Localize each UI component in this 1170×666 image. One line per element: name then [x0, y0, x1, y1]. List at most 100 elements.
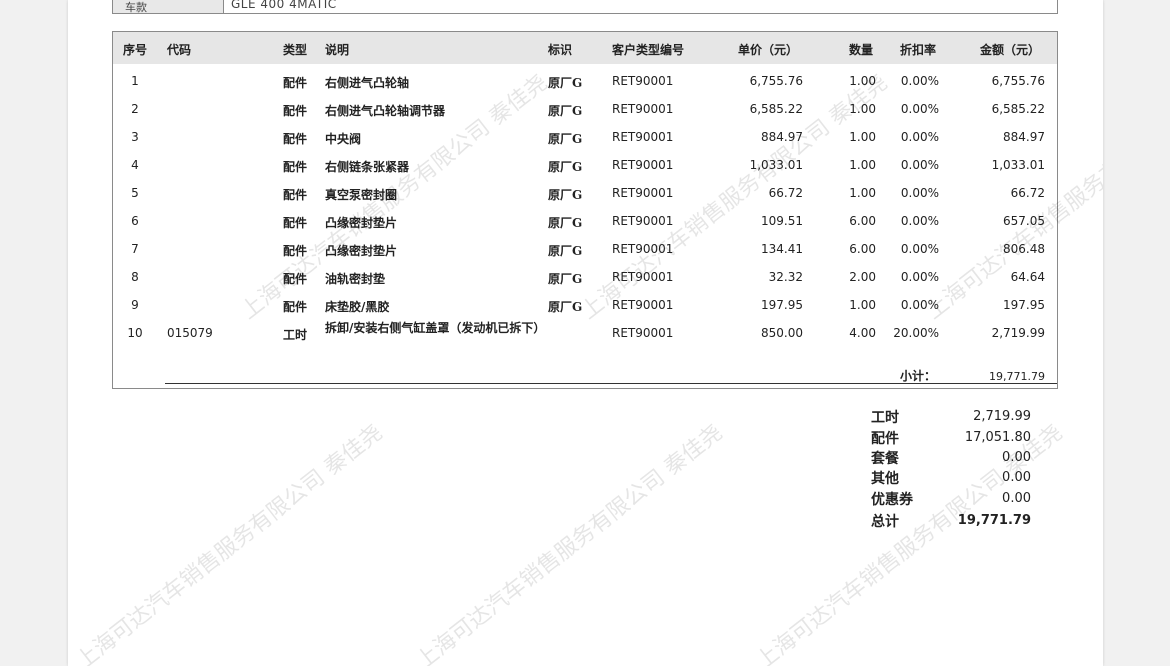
- row-discount: 0.00%: [900, 130, 939, 144]
- table-row: 3 配件 中央阀 原厂G RET90001 884.97 1.00 0.00% 884.97: [113, 122, 1057, 150]
- row-mark: 原厂G: [548, 272, 583, 286]
- row-qty: 1.00: [849, 130, 876, 144]
- row-discount: 0.00%: [900, 214, 939, 228]
- row-qty: 1.00: [849, 298, 876, 312]
- watermark: 上海可达汽车销售服务有限公司 秦佳尧: [411, 420, 728, 666]
- row-code: 015079: [167, 326, 213, 340]
- row-mark: 原厂G: [548, 300, 583, 314]
- table-header: 序号 代码 类型 说明 标识 客户类型编号 单价（元） 数量 折扣率 金额（元）: [113, 32, 1057, 64]
- row-no: 1: [131, 74, 139, 88]
- summary-total-row: 总计 19,771.79: [871, 511, 1031, 531]
- col-header-type: 类型: [283, 43, 308, 57]
- row-qty: 2.00: [849, 270, 876, 284]
- row-qty: 1.00: [849, 186, 876, 200]
- row-customer-type: RET90001: [612, 214, 674, 228]
- row-amount: 197.95: [1003, 298, 1045, 312]
- vehicle-model-label: 车款: [125, 1, 147, 14]
- row-customer-type: RET90001: [612, 130, 674, 144]
- row-no: 7: [131, 242, 139, 256]
- table-row: 10 015079 工时 拆卸/安装右侧气缸盖罩（发动机已拆下） RET90001 850…: [113, 318, 1057, 346]
- row-description: 右侧链条张紧器: [325, 160, 410, 174]
- row-discount: 0.00%: [900, 186, 939, 200]
- row-discount: 0.00%: [900, 270, 939, 284]
- row-type: 配件: [283, 188, 308, 202]
- summary-package-value: 0.00: [1002, 450, 1031, 465]
- row-customer-type: RET90001: [612, 242, 674, 256]
- row-mark: 原厂G: [548, 188, 583, 202]
- summary-package-label: 套餐: [871, 451, 899, 467]
- vehicle-model-label-cell: 车款: [113, 0, 224, 14]
- row-mark: 原厂G: [548, 76, 583, 90]
- row-qty: 1.00: [849, 158, 876, 172]
- row-amount: 1,033.01: [991, 158, 1045, 172]
- row-customer-type: RET90001: [612, 158, 674, 172]
- row-mark: 原厂G: [548, 132, 583, 146]
- row-no: 4: [131, 158, 139, 172]
- row-mark: 原厂G: [548, 104, 583, 118]
- row-unit-price: 6,755.76: [749, 74, 803, 88]
- row-unit-price: 66.72: [768, 186, 803, 200]
- row-qty: 6.00: [849, 214, 876, 228]
- row-description: 床垫胶/黑胶: [325, 300, 390, 314]
- summary-other-row: 其他 0.00: [871, 468, 1031, 488]
- row-no: 8: [131, 270, 139, 284]
- row-discount: 20.00%: [893, 326, 939, 340]
- summary-other-label: 其他: [871, 471, 899, 487]
- col-header-unit-price: 单价（元）: [738, 43, 799, 57]
- row-discount: 0.00%: [900, 158, 939, 172]
- row-unit-price: 134.41: [761, 242, 803, 256]
- summary-labor-value: 2,719.99: [973, 409, 1031, 424]
- row-unit-price: 850.00: [761, 326, 803, 340]
- col-header-discount: 折扣率: [900, 43, 937, 57]
- row-customer-type: RET90001: [612, 298, 674, 312]
- document-page: 车款 GLE 400 4MATIC 序号 代码 类型 说明 标识 客户类型编号 …: [68, 0, 1103, 666]
- row-unit-price: 109.51: [761, 214, 803, 228]
- row-amount: 66.72: [1010, 186, 1045, 200]
- row-type: 配件: [283, 104, 308, 118]
- row-discount: 0.00%: [900, 74, 939, 88]
- row-qty: 1.00: [849, 74, 876, 88]
- row-type: 配件: [283, 272, 308, 286]
- row-no: 6: [131, 214, 139, 228]
- row-amount: 64.64: [1010, 270, 1045, 284]
- items-table: 序号 代码 类型 说明 标识 客户类型编号 单价（元） 数量 折扣率 金额（元）…: [112, 31, 1058, 389]
- table-row: 9 配件 床垫胶/黑胶 原厂G RET90001 197.95 1.00 0.00% 197.9…: [113, 290, 1057, 318]
- table-row: 7 配件 凸缘密封垫片 原厂G RET90001 134.41 6.00 0.00% 806.4…: [113, 234, 1057, 262]
- summary-parts-label: 配件: [871, 431, 899, 447]
- row-type: 配件: [283, 76, 308, 90]
- row-customer-type: RET90001: [612, 74, 674, 88]
- row-discount: 0.00%: [900, 102, 939, 116]
- row-mark: 原厂G: [548, 216, 583, 230]
- col-header-amount: 金额（元）: [980, 43, 1041, 57]
- row-description: 右侧进气凸轮轴调节器: [325, 104, 446, 118]
- summary-coupon-value: 0.00: [1002, 491, 1031, 506]
- row-amount: 884.97: [1003, 130, 1045, 144]
- row-type: 配件: [283, 132, 308, 146]
- row-customer-type: RET90001: [612, 102, 674, 116]
- row-discount: 0.00%: [900, 298, 939, 312]
- summary-coupon-row: 优惠券 0.00: [871, 489, 1031, 509]
- watermark: 上海可达汽车销售服务有限公司 秦佳尧: [71, 420, 388, 666]
- table-row: 8 配件 油轨密封垫 原厂G RET90001 32.32 2.00 0.00% 64.64: [113, 262, 1057, 290]
- vehicle-model-value: GLE 400 4MATIC: [231, 0, 337, 11]
- summary-total-value: 19,771.79: [957, 513, 1031, 528]
- row-unit-price: 32.32: [768, 270, 803, 284]
- col-header-no: 序号: [123, 43, 148, 57]
- row-type: 工时: [283, 328, 308, 342]
- col-header-qty: 数量: [849, 43, 874, 57]
- row-type: 配件: [283, 300, 308, 314]
- row-amount: 6,755.76: [991, 74, 1045, 88]
- summary-labor-row: 工时 2,719.99: [871, 407, 1031, 427]
- row-mark: 原厂G: [548, 160, 583, 174]
- row-customer-type: RET90001: [612, 186, 674, 200]
- row-description: 凸缘密封垫片: [325, 244, 398, 258]
- row-no: 10: [127, 326, 143, 340]
- row-description: 凸缘密封垫片: [325, 216, 398, 230]
- summary-package-row: 套餐 0.00: [871, 448, 1031, 468]
- row-amount: 2,719.99: [991, 326, 1045, 340]
- row-no: 9: [131, 298, 139, 312]
- row-amount: 6,585.22: [991, 102, 1045, 116]
- summary-total-label: 总计: [871, 514, 899, 530]
- table-row: 2 配件 右侧进气凸轮轴调节器 原厂G RET90001 6,585.22 1.00 0.00…: [113, 94, 1057, 122]
- row-unit-price: 6,585.22: [749, 102, 803, 116]
